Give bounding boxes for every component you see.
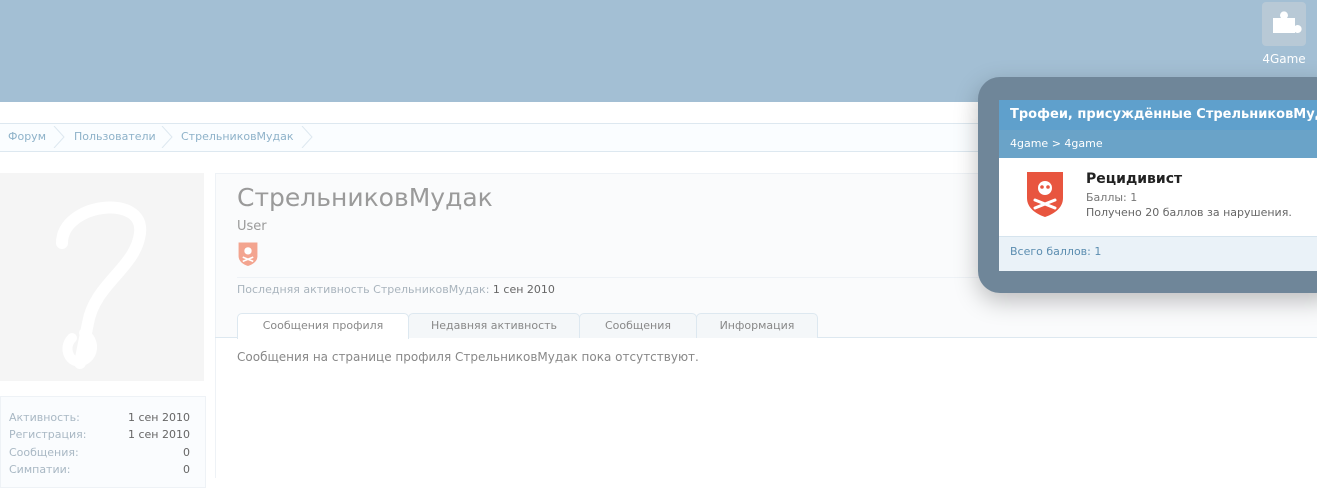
stat-likes: Симпатии: 0 bbox=[9, 463, 190, 476]
overlay-title: Трофеи, присуждённые СтрельниковМудак bbox=[999, 100, 1317, 130]
breadcrumb-item-forum[interactable]: Форум bbox=[8, 124, 46, 151]
tab-profile-posts[interactable]: Сообщения профиля bbox=[237, 313, 409, 339]
overlay-breadcrumb[interactable]: 4game > 4game bbox=[999, 130, 1317, 158]
puzzle-icon[interactable] bbox=[1262, 2, 1306, 46]
brand-label[interactable]: 4Game bbox=[1256, 52, 1312, 66]
stat-messages: Сообщения: 0 bbox=[9, 446, 190, 459]
question-mark-icon bbox=[56, 201, 147, 369]
avatar[interactable] bbox=[0, 173, 204, 381]
breadcrumb-item-user[interactable]: СтрельниковМудак bbox=[181, 124, 294, 151]
trophy-total: Всего баллов: 1 bbox=[999, 236, 1317, 271]
trophy-name: Рецидивист bbox=[1086, 171, 1183, 187]
tab-recent-activity[interactable]: Недавняя активность bbox=[408, 313, 580, 338]
trophy-points: Баллы: 1 bbox=[1086, 191, 1138, 204]
stat-activity: Активность: 1 сен 2010 bbox=[9, 411, 190, 424]
stat-registration: Регистрация: 1 сен 2010 bbox=[9, 428, 190, 441]
user-title: User bbox=[237, 219, 267, 234]
trophy-description: Получено 20 баллов за нарушения. bbox=[1086, 206, 1292, 219]
tab-information[interactable]: Информация bbox=[696, 313, 818, 338]
chevron-right-icon bbox=[161, 126, 173, 148]
chevron-right-icon bbox=[53, 126, 65, 148]
chevron-right-icon bbox=[301, 126, 313, 148]
breadcrumb-item-users[interactable]: Пользователи bbox=[74, 124, 156, 151]
empty-message: Сообщения на странице профиля Стрельнико… bbox=[237, 350, 699, 364]
page-title: СтрельниковМудак bbox=[237, 183, 493, 212]
last-activity: Последняя активность СтрельниковМудак: 1… bbox=[237, 283, 555, 296]
tab-messages[interactable]: Сообщения bbox=[579, 313, 697, 338]
skull-crossbones-icon bbox=[1024, 170, 1066, 218]
skull-crossbones-icon[interactable] bbox=[237, 241, 259, 267]
